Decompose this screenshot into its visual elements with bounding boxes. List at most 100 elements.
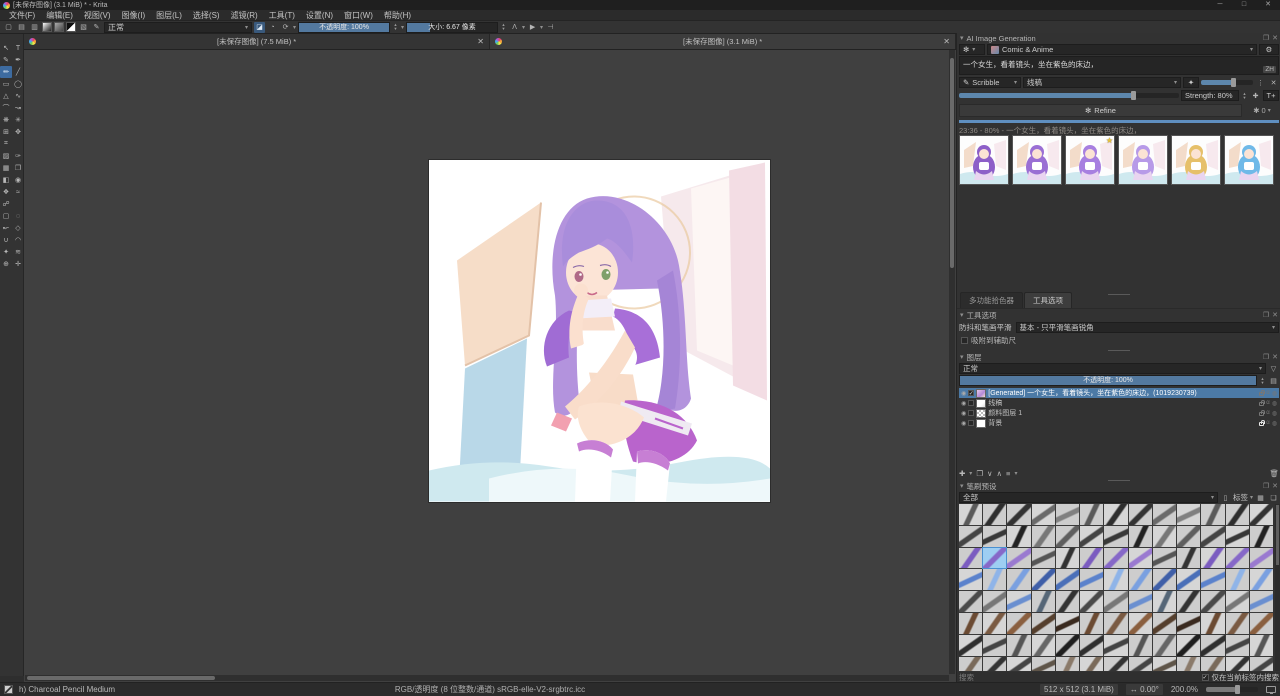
strength-value-box[interactable]: Strength: 80% [1181, 90, 1239, 101]
brush-preset-cell[interactable] [1080, 657, 1103, 671]
contiguous-select-tool-icon[interactable]: ✦ [0, 246, 12, 258]
brush-preset-cell[interactable] [1177, 657, 1200, 671]
layer-alpha-icon[interactable]: α [1266, 400, 1269, 406]
layer-check[interactable]: ✓ [968, 390, 974, 396]
ai-control-layer-select[interactable]: 线稿▾ [1023, 77, 1181, 88]
layer-row-3[interactable]: ◉颜料图层 1α◍ [959, 408, 1279, 418]
new-document-icon[interactable]: ▢ [3, 22, 14, 33]
move-tool-icon[interactable]: ✥ [12, 126, 24, 138]
close-docker-icon[interactable]: ✕ [1272, 482, 1278, 490]
brush-presets-header[interactable]: ▾ 笔刷预设 ❐ ✕ [957, 481, 1280, 491]
menu-item-9[interactable]: 窗口(W) [339, 10, 378, 21]
canvas-hscrollbar[interactable] [25, 675, 949, 681]
brush-preset-cell[interactable] [1007, 526, 1030, 547]
add-layer-button[interactable]: ✚ [959, 469, 965, 478]
layer-alpha-icon[interactable]: α [1266, 420, 1269, 426]
blending-mode-select[interactable]: 正常▾ [104, 22, 252, 33]
float-docker-icon[interactable]: ❐ [1263, 311, 1269, 319]
brush-preset-cell[interactable] [959, 635, 982, 656]
crop-tool-icon[interactable]: ⌗ [0, 138, 12, 150]
ai-workspace-button[interactable]: ✻▾ [959, 44, 985, 55]
layer-properties-button[interactable]: ≡ [1006, 469, 1010, 478]
brush-preset-cell[interactable] [1201, 548, 1224, 569]
brush-preset-cell[interactable] [1177, 635, 1200, 656]
brush-preset-cell[interactable] [1250, 591, 1273, 612]
brush-preset-cell[interactable] [1080, 613, 1103, 634]
brush-preset-cell[interactable] [1032, 635, 1055, 656]
brush-preset-cell[interactable] [1104, 548, 1127, 569]
collapse-icon[interactable]: ▾ [960, 482, 964, 490]
add-layer-caret[interactable]: ▾ [969, 470, 972, 477]
brush-preset-cell[interactable] [1226, 591, 1249, 612]
search-in-tag-checkbox[interactable]: ✓ [1202, 674, 1209, 681]
control-strength-mini-slider[interactable] [1201, 80, 1253, 85]
magnetic-select-tool-icon[interactable]: ∪ [0, 234, 12, 246]
brush-preset-cell[interactable] [1129, 591, 1152, 612]
menu-item-2[interactable]: 视图(V) [79, 10, 116, 21]
add-region-icon[interactable]: ✚ [1250, 90, 1261, 101]
polyline-tool-icon[interactable]: ∿ [12, 90, 24, 102]
enclose-fill-tool-icon[interactable]: ◉ [12, 174, 24, 186]
control-menu-icon[interactable]: ⋮ [1255, 77, 1266, 88]
snap-settings-icon[interactable]: ⊣ [545, 22, 556, 33]
add-text-layer-icon[interactable]: T+ [1263, 90, 1279, 101]
brush-preset-cell[interactable] [1177, 548, 1200, 569]
layer-row-2[interactable]: ◉线稿α◍ [959, 398, 1279, 408]
brush-preset-cell[interactable] [1250, 526, 1273, 547]
prompt-language-badge[interactable]: ZH [1263, 66, 1276, 73]
brush-preset-cell[interactable] [1226, 635, 1249, 656]
bezier-select-tool-icon[interactable]: ◠ [12, 234, 24, 246]
brush-preset-cell[interactable] [1032, 657, 1055, 671]
brush-preset-cell[interactable] [1201, 569, 1224, 590]
menu-item-4[interactable]: 图层(L) [151, 10, 187, 21]
brush-preset-cell[interactable] [1080, 591, 1103, 612]
fill-tool-icon[interactable]: ◧ [0, 174, 12, 186]
duplicate-layer-button[interactable]: ❐ [976, 469, 983, 478]
opacity-caret[interactable]: ▾ [401, 24, 404, 31]
layer-inherit-alpha-icon[interactable]: ◍ [1272, 390, 1277, 397]
brush-preset-cell[interactable] [1080, 504, 1103, 525]
document-tab-2[interactable]: [未保存图像] (3.1 MiB) * ✕ [490, 34, 956, 49]
float-docker-icon[interactable]: ❐ [1263, 482, 1269, 490]
vscrollbar-thumb[interactable] [950, 58, 954, 268]
freehand-path-tool-icon[interactable]: ↝ [12, 102, 24, 114]
menu-item-10[interactable]: 帮助(H) [379, 10, 416, 21]
close-docker-icon[interactable]: ✕ [1272, 311, 1278, 319]
polygonal-select-tool-icon[interactable]: ◇ [12, 222, 24, 234]
open-document-icon[interactable]: ▤ [16, 22, 27, 33]
ai-style-select[interactable]: Comic & Anime▾ [987, 44, 1257, 55]
canvas-document[interactable] [429, 160, 770, 502]
layer-visibility-icon[interactable]: ◉ [961, 420, 966, 427]
layer-visibility-icon[interactable]: ◉ [961, 390, 966, 397]
fg-bg-color-swatch[interactable] [66, 22, 76, 32]
brush-preset-cell[interactable] [1104, 569, 1127, 590]
grid-view-icon[interactable]: ▦ [1255, 492, 1266, 503]
brush-preset-cell[interactable] [1153, 657, 1176, 671]
tag-tools-caret[interactable]: ▾ [1250, 494, 1253, 501]
brush-preset-cell[interactable] [1201, 504, 1224, 525]
layer-lock-icon[interactable] [1259, 422, 1264, 426]
freehand-brush-tool-icon[interactable]: ✏ [0, 66, 12, 78]
brush-preset-cell[interactable] [1201, 635, 1224, 656]
brush-preset-cell[interactable] [983, 591, 1006, 612]
layer-inherit-alpha-icon[interactable]: ◍ [1272, 400, 1277, 407]
brush-preset-cell[interactable] [1153, 526, 1176, 547]
brush-preset-cell[interactable] [1032, 613, 1055, 634]
collapse-icon[interactable]: ▾ [960, 353, 964, 361]
brush-preset-cell[interactable] [1153, 548, 1176, 569]
close-button[interactable]: ✕ [1256, 0, 1280, 10]
wraparound-icon[interactable]: ▶ [527, 22, 538, 33]
brush-preset-cell[interactable] [1129, 613, 1152, 634]
brush-preset-cell[interactable] [1201, 613, 1224, 634]
brush-preset-cell[interactable] [1153, 613, 1176, 634]
colorize-mask-tool-icon[interactable]: ❖ [0, 186, 12, 198]
brush-preset-cell[interactable] [1226, 569, 1249, 590]
brush-preset-cell[interactable] [983, 635, 1006, 656]
brush-preset-cell[interactable] [1129, 548, 1152, 569]
brush-preset-cell[interactable] [1177, 613, 1200, 634]
brush-preset-cell[interactable] [959, 504, 982, 525]
brush-preset-cell[interactable] [1080, 635, 1103, 656]
brush-preset-cell[interactable] [1056, 569, 1079, 590]
bezier-curve-tool-icon[interactable]: ⌒ [0, 102, 12, 114]
brush-preset-cell[interactable] [1080, 569, 1103, 590]
